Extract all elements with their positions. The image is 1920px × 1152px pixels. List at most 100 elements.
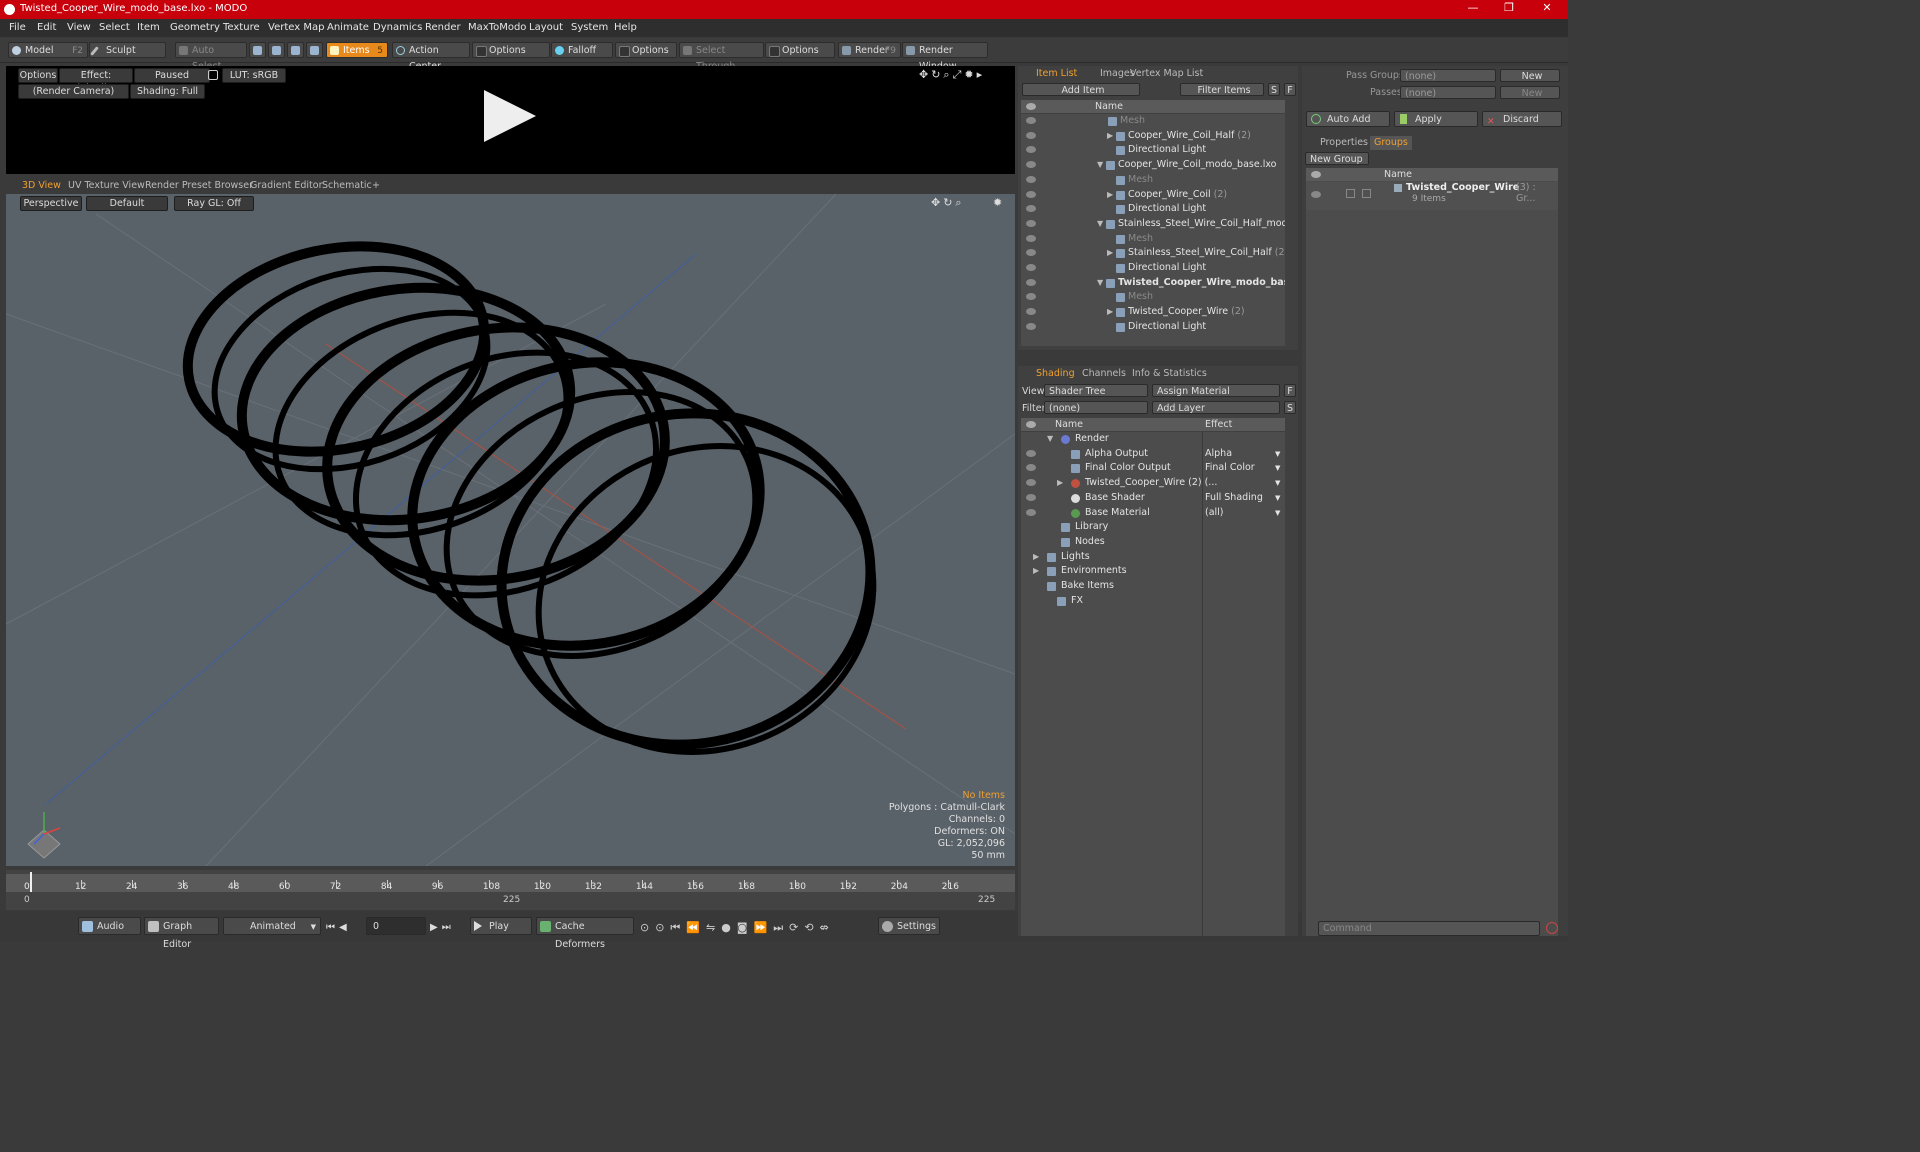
eye-icon[interactable] bbox=[1026, 479, 1036, 487]
preview-paused-button[interactable]: Paused bbox=[134, 68, 210, 83]
add-tab-button[interactable]: + bbox=[368, 179, 384, 193]
key-tool-icons[interactable]: ⊙⊙⏮⏪⇋●◙⏩⏭⟳⟲⇎ bbox=[640, 921, 835, 935]
shader-tree-row[interactable]: ▶ Environments bbox=[1021, 564, 1285, 579]
minimize-button[interactable]: — bbox=[1458, 1, 1488, 17]
chevron-down-icon[interactable]: ▼ bbox=[1275, 461, 1280, 475]
eye-icon[interactable] bbox=[1026, 131, 1036, 139]
select-through-button[interactable]: Select Through bbox=[679, 42, 764, 72]
timeline-ruler[interactable] bbox=[6, 874, 1015, 892]
tab-3d-view[interactable]: 3D View bbox=[18, 179, 65, 193]
discard-button[interactable]: ✕ Discard bbox=[1482, 111, 1562, 127]
item-list-row[interactable]: ▼ Twisted_Cooper_Wire_modo_bas ... bbox=[1021, 276, 1285, 291]
eye-icon[interactable] bbox=[1026, 205, 1036, 213]
shading-s-button[interactable]: S bbox=[1284, 401, 1296, 414]
menu-render[interactable]: Render bbox=[425, 22, 461, 33]
eye-icon[interactable] bbox=[1026, 308, 1036, 316]
falloff-options-button[interactable]: Options bbox=[615, 42, 677, 58]
item-list-row[interactable]: Mesh bbox=[1021, 232, 1285, 247]
new-pass-button[interactable]: New bbox=[1500, 86, 1560, 99]
shader-tree-row[interactable]: ▼ Render bbox=[1021, 432, 1285, 447]
menu-texture[interactable]: Texture bbox=[223, 22, 260, 33]
shading-dropdown[interactable]: Shading: Full bbox=[130, 84, 205, 99]
shader-tree-row[interactable]: Library bbox=[1021, 520, 1285, 535]
apply-button[interactable]: Apply bbox=[1394, 111, 1478, 127]
shader-tree-row[interactable]: Final Color Output Final Color ▼ bbox=[1021, 461, 1285, 476]
filter-items-input[interactable]: Filter Items bbox=[1180, 83, 1264, 96]
item-list-row[interactable]: ▶ Cooper_Wire_Coil_Half (2) bbox=[1021, 129, 1285, 144]
polygons-mode-button[interactable] bbox=[287, 42, 304, 58]
tab-info-statistics[interactable]: Info & Statistics bbox=[1128, 367, 1211, 381]
animated-dropdown[interactable]: Animated ▼ bbox=[223, 917, 321, 935]
record-icon[interactable] bbox=[1546, 922, 1558, 934]
item-list-f-button[interactable]: F bbox=[1284, 83, 1296, 96]
eye-icon[interactable] bbox=[1026, 190, 1036, 198]
expand-arrow-icon[interactable]: ▶ bbox=[1107, 188, 1113, 202]
item-list-row[interactable]: Directional Light bbox=[1021, 143, 1285, 158]
timeline-playhead[interactable] bbox=[30, 872, 32, 892]
shader-tree-row[interactable]: ▶ Twisted_Cooper_Wire (2) (... ▼ bbox=[1021, 476, 1285, 491]
edges-mode-button[interactable] bbox=[268, 42, 285, 58]
shader-tree[interactable]: ▼ Render Alpha Output Alpha ▼ Final Color Out… bbox=[1021, 432, 1285, 936]
item-list-row[interactable]: Directional Light bbox=[1021, 320, 1285, 335]
expand-arrow-icon[interactable]: ▶ bbox=[1057, 476, 1063, 490]
tab-vertex-map-list[interactable]: Vertex Map List bbox=[1126, 67, 1207, 81]
shader-filter-dropdown[interactable]: (none) bbox=[1044, 401, 1148, 414]
add-layer-dropdown[interactable]: Add Layer bbox=[1152, 401, 1280, 414]
chevron-down-icon[interactable]: ▼ bbox=[1275, 506, 1280, 520]
falloff-button[interactable]: Falloff bbox=[551, 42, 613, 58]
select-through-options-button[interactable]: Options bbox=[765, 42, 835, 58]
eye-icon[interactable] bbox=[1026, 449, 1036, 457]
lut-dropdown[interactable]: LUT: sRGB bbox=[222, 68, 286, 83]
eye-icon[interactable] bbox=[1026, 146, 1036, 154]
materials-mode-button[interactable] bbox=[306, 42, 323, 58]
action-center-options-button[interactable]: Options bbox=[472, 42, 550, 58]
graph-editor-button[interactable]: Graph Editor bbox=[144, 917, 219, 950]
menu-maxtomodo[interactable]: MaxToModo bbox=[468, 22, 526, 33]
eye-icon[interactable] bbox=[1026, 493, 1036, 501]
lock-icon[interactable] bbox=[208, 70, 218, 80]
perspective-dropdown[interactable]: Perspective bbox=[20, 196, 82, 211]
eye-icon[interactable] bbox=[1026, 264, 1036, 271]
gear-icon[interactable]: ✹ bbox=[993, 196, 1002, 209]
eye-icon[interactable] bbox=[1026, 278, 1036, 286]
item-list-s-button[interactable]: S bbox=[1268, 83, 1280, 96]
tab-shading[interactable]: Shading bbox=[1032, 367, 1079, 381]
tab-uv-texture-view[interactable]: UV Texture View bbox=[64, 179, 149, 193]
tab-gradient-editor[interactable]: Gradient Editor bbox=[246, 179, 326, 193]
eye-icon[interactable] bbox=[1026, 219, 1036, 227]
tab-properties[interactable]: Properties bbox=[1316, 136, 1372, 150]
cache-deformers-button[interactable]: Cache Deformers bbox=[536, 917, 634, 950]
item-list-row[interactable]: ▶ Stainless_Steel_Wire_Coil_Half (2) bbox=[1021, 246, 1285, 261]
item-list-row[interactable]: Directional Light bbox=[1021, 261, 1285, 276]
expand-arrow-icon[interactable]: ▶ bbox=[1107, 305, 1113, 319]
shader-tree-row[interactable]: Nodes bbox=[1021, 535, 1285, 550]
shader-tree-row[interactable]: Base Material (all) ▼ bbox=[1021, 506, 1285, 521]
menu-view[interactable]: View bbox=[67, 22, 91, 33]
play-icon[interactable] bbox=[484, 90, 536, 142]
chevron-down-icon[interactable]: ▼ bbox=[1275, 476, 1280, 490]
shader-effect-value[interactable]: Alpha bbox=[1205, 447, 1232, 461]
item-list-row[interactable]: ▶ Cooper_Wire_Coil (2) bbox=[1021, 188, 1285, 203]
default-style-dropdown[interactable]: Default bbox=[86, 196, 168, 211]
eye-icon[interactable] bbox=[1311, 191, 1321, 198]
menu-animate[interactable]: Animate bbox=[327, 22, 369, 33]
eye-icon[interactable] bbox=[1026, 508, 1036, 516]
vertices-mode-button[interactable] bbox=[249, 42, 266, 58]
render-toggle-icon[interactable] bbox=[1346, 189, 1355, 198]
preview-nav-icons[interactable]: ✥↻⌕⤢✹▸ bbox=[919, 68, 985, 82]
tab-channels[interactable]: Channels bbox=[1078, 367, 1130, 381]
chevron-down-icon[interactable]: ▼ bbox=[1275, 447, 1280, 461]
shader-tree-row[interactable]: ▶ Lights bbox=[1021, 550, 1285, 565]
timeline[interactable]: 0 12 24 36 48 60 72 84 96 108 120 132 144 156 168 180 19… bbox=[6, 870, 1015, 910]
preview-options-button[interactable]: Options bbox=[18, 68, 58, 83]
shading-f-button[interactable]: F bbox=[1284, 384, 1296, 397]
chevron-down-icon[interactable]: ▼ bbox=[1275, 491, 1280, 505]
shader-tree-row[interactable]: Base Shader Full Shading ▼ bbox=[1021, 491, 1285, 506]
menu-system[interactable]: System bbox=[571, 22, 608, 33]
transport-forward-icons[interactable]: ▶⏭ bbox=[430, 922, 455, 933]
preview-effect-dropdown[interactable]: Effect: (Shadi... bbox=[59, 68, 133, 94]
item-list-tree[interactable]: Mesh ▶ Cooper_Wire_Coil_Half (2) Directiona… bbox=[1021, 114, 1285, 346]
add-item-dropdown[interactable]: Add Item bbox=[1022, 83, 1140, 96]
menu-dynamics[interactable]: Dynamics bbox=[373, 22, 422, 33]
shader-effect-value[interactable]: Final Color bbox=[1205, 461, 1255, 475]
